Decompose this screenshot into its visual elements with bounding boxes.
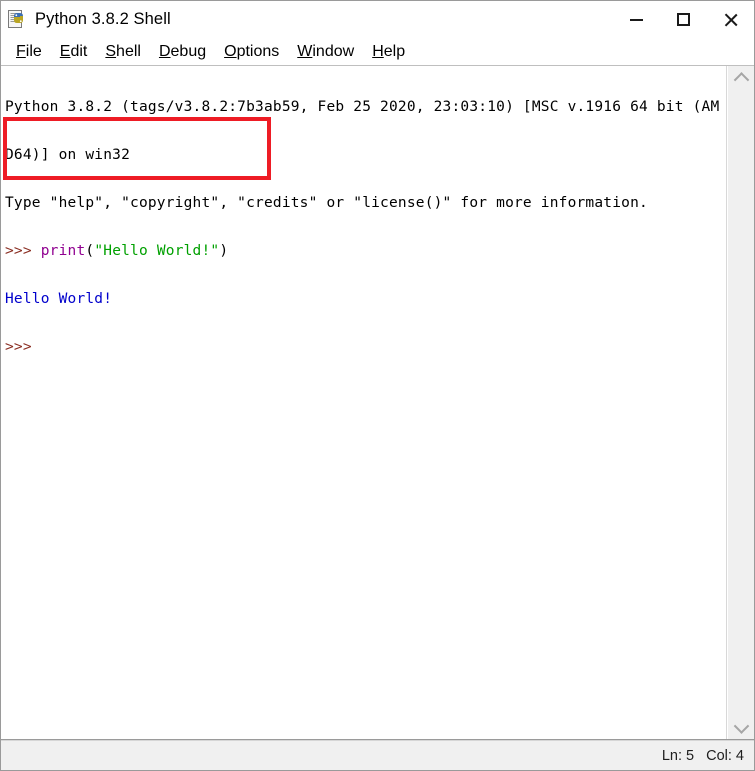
menu-accel: S bbox=[105, 43, 117, 60]
menu-accel: W bbox=[297, 43, 313, 60]
menu-item-help[interactable]: Help bbox=[363, 43, 414, 61]
console-line-banner-2: D64)] on win32 bbox=[5, 147, 131, 163]
title-bar: Python 3.8.2 Shell bbox=[1, 1, 754, 39]
menu-label-rest: ptions bbox=[236, 43, 280, 60]
close-icon bbox=[723, 12, 739, 28]
menu-label-rest: indow bbox=[312, 43, 355, 60]
console-line-command: >>> print("Hello World!") bbox=[5, 243, 229, 259]
console-line-banner-1: Python 3.8.2 (tags/v3.8.2:7b3ab59, Feb 2… bbox=[5, 99, 720, 115]
menu-label-rest: ile bbox=[25, 43, 42, 60]
menu-item-edit[interactable]: Edit bbox=[51, 43, 97, 61]
menu-item-shell[interactable]: Shell bbox=[96, 43, 150, 61]
menu-item-debug[interactable]: Debug bbox=[150, 43, 215, 61]
chevron-down-icon bbox=[733, 717, 749, 734]
window-title: Python 3.8.2 Shell bbox=[35, 10, 171, 28]
chevron-up-icon bbox=[733, 71, 749, 88]
menu-accel: F bbox=[16, 43, 26, 60]
shell-text-area[interactable]: Python 3.8.2 (tags/v3.8.2:7b3ab59, Feb 2… bbox=[1, 66, 727, 739]
menu-bar: File Edit Shell Debug Options Window Hel… bbox=[1, 39, 754, 66]
console-line-trailing-prompt: >>> bbox=[5, 339, 32, 355]
status-bar: Ln: 5 Col: 4 bbox=[1, 740, 754, 770]
maximize-icon bbox=[677, 13, 690, 26]
maximize-button[interactable] bbox=[660, 1, 707, 38]
status-column-number: Col: 4 bbox=[706, 747, 744, 764]
menu-label-rest: hell bbox=[116, 43, 141, 60]
shell-console-text: Python 3.8.2 (tags/v3.8.2:7b3ab59, Feb 2… bbox=[5, 67, 726, 387]
menu-label-rest: ebug bbox=[170, 43, 207, 60]
console-line-banner-3: Type "help", "copyright", "credits" or "… bbox=[5, 195, 648, 211]
shell-body: Python 3.8.2 (tags/v3.8.2:7b3ab59, Feb 2… bbox=[1, 66, 754, 740]
scrollbar-track[interactable] bbox=[728, 90, 754, 715]
console-line-output: Hello World! bbox=[5, 291, 113, 307]
minimize-icon bbox=[630, 18, 643, 21]
menu-item-window[interactable]: Window bbox=[288, 43, 363, 61]
menu-accel: H bbox=[372, 43, 384, 60]
close-button[interactable] bbox=[707, 1, 754, 38]
window-controls bbox=[613, 1, 754, 38]
vertical-scrollbar[interactable] bbox=[727, 66, 754, 739]
menu-label-rest: dit bbox=[70, 43, 88, 60]
scroll-down-button[interactable] bbox=[728, 715, 754, 739]
minimize-button[interactable] bbox=[613, 1, 660, 38]
menu-item-file[interactable]: File bbox=[7, 43, 51, 61]
menu-accel: O bbox=[224, 43, 237, 60]
menu-label-rest: elp bbox=[383, 43, 406, 60]
menu-accel: D bbox=[158, 43, 171, 60]
status-line-number: Ln: 5 bbox=[661, 747, 695, 764]
python-idle-shell-window: Python 3.8.2 Shell File Edit Shell Debug… bbox=[0, 0, 755, 771]
menu-item-options[interactable]: Options bbox=[215, 43, 288, 61]
menu-accel: E bbox=[59, 43, 71, 60]
python-idle-icon bbox=[6, 9, 28, 31]
scroll-up-button[interactable] bbox=[728, 66, 754, 90]
